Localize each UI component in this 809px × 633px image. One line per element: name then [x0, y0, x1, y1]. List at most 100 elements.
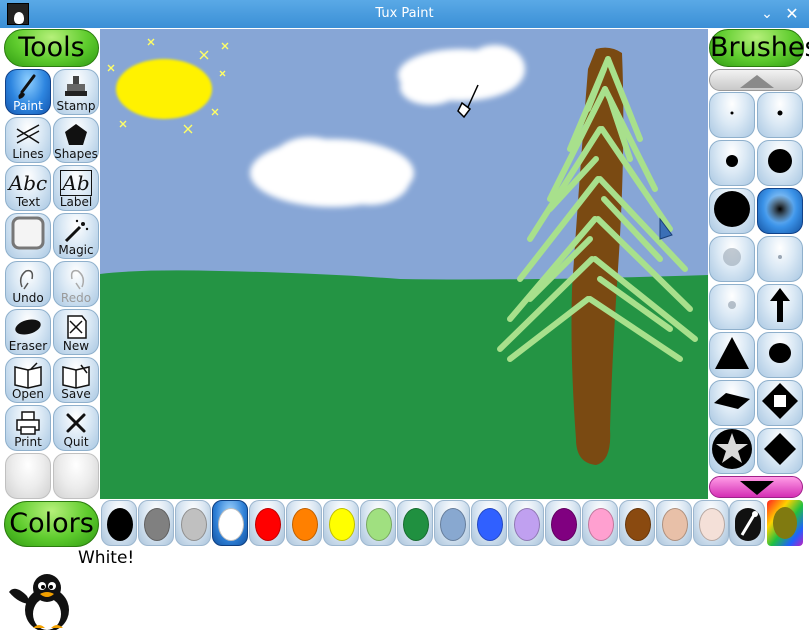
brushes-header: Brushes	[709, 29, 809, 67]
text-icon: Abc	[8, 171, 48, 195]
tool-eraser-button[interactable]: Eraser	[5, 309, 51, 355]
brush-fuzzy-dot-button[interactable]	[757, 188, 803, 234]
brush-arrow-up-button[interactable]	[757, 284, 803, 330]
save-icon	[54, 361, 98, 389]
brush-xlarge-dot-button[interactable]	[709, 188, 755, 234]
color-swatch-blue[interactable]	[471, 500, 507, 546]
color-swatch-tan[interactable]	[656, 500, 692, 546]
tool-shapes-button[interactable]: Shapes	[53, 117, 99, 163]
tool-label-button[interactable]: Ab Label	[53, 165, 99, 211]
color-swatch-brown[interactable]	[619, 500, 655, 546]
eraser-icon	[6, 313, 50, 341]
dot-large-icon	[760, 141, 800, 185]
open-book-icon	[6, 361, 50, 389]
eyedropper-icon[interactable]	[729, 500, 765, 546]
color-dot	[477, 508, 503, 541]
printer-icon	[6, 409, 50, 437]
faint-small-dot-icon	[760, 237, 800, 281]
color-swatch-green[interactable]	[397, 500, 433, 546]
brush-medium-dot-button[interactable]	[709, 140, 755, 186]
brush-small-dot-button[interactable]	[757, 92, 803, 138]
color-dot	[329, 508, 355, 541]
tool-stamp-button[interactable]: Stamp	[53, 69, 99, 115]
color-swatch-light-green[interactable]	[360, 500, 396, 546]
color-swatch-black[interactable]	[101, 500, 137, 546]
status-message: White!	[78, 548, 135, 568]
tool-label: Text	[15, 195, 41, 209]
color-swatch-purple[interactable]	[545, 500, 581, 546]
color-swatch-ivory[interactable]	[693, 500, 729, 546]
color-dot	[440, 508, 466, 541]
color-swatch-lavender[interactable]	[508, 500, 544, 546]
tool-paint-button[interactable]: Paint	[5, 69, 51, 115]
tool-print-button[interactable]: Print	[5, 405, 51, 451]
colors-header: Colors	[4, 501, 99, 547]
color-dot	[181, 508, 207, 541]
color-swatch-pink[interactable]	[582, 500, 618, 546]
rainbow-palette-icon[interactable]	[767, 500, 803, 546]
faint-tiny-dot-icon	[712, 285, 752, 329]
brush-blob-button[interactable]	[757, 332, 803, 378]
tool-undo-button[interactable]: Undo	[5, 261, 51, 307]
drawing-canvas[interactable]	[100, 29, 708, 499]
dot-xlarge-icon	[712, 189, 752, 233]
brush-star-button[interactable]	[709, 428, 755, 474]
color-dot	[514, 508, 540, 541]
undo-icon	[6, 265, 50, 293]
label-icon: Ab	[60, 170, 92, 196]
brush-large-dot-button[interactable]	[757, 140, 803, 186]
tux-penguin-icon	[5, 570, 75, 632]
tool-magic-button[interactable]: Magic	[53, 213, 99, 259]
color-dot	[625, 508, 651, 541]
empty-tool-slot	[53, 453, 99, 499]
color-swatch-orange[interactable]	[286, 500, 322, 546]
tool-label: Magic	[58, 243, 94, 257]
fuzzy-dot-icon	[760, 189, 800, 233]
color-swatch-white[interactable]	[212, 500, 248, 546]
color-swatch-red[interactable]	[249, 500, 285, 546]
faint-dot-icon	[712, 237, 752, 281]
tool-quit-button[interactable]: Quit	[53, 405, 99, 451]
tool-new-button[interactable]: New	[53, 309, 99, 355]
diamond-flat-icon	[712, 381, 752, 425]
tool-redo-button[interactable]: Redo	[53, 261, 99, 307]
brush-diamond-button[interactable]	[757, 428, 803, 474]
color-swatch-light-blue[interactable]	[434, 500, 470, 546]
brush-tiny-dot-button[interactable]	[709, 92, 755, 138]
tool-label: New	[62, 339, 90, 353]
lines-icon	[6, 121, 50, 149]
color-dot	[292, 508, 318, 541]
brush-diamond-flat-button[interactable]	[709, 380, 755, 426]
brushes-scroll-down-button[interactable]	[709, 476, 803, 498]
tool-fill-button[interactable]	[5, 213, 51, 259]
quit-icon	[54, 409, 98, 437]
color-swatch-gray[interactable]	[138, 500, 174, 546]
color-dot	[551, 508, 577, 541]
brush-triangle-button[interactable]	[709, 332, 755, 378]
color-swatch-yellow[interactable]	[323, 500, 359, 546]
brush-faint-dot-button[interactable]	[709, 236, 755, 282]
magic-wand-icon	[54, 217, 98, 245]
tool-label: Paint	[13, 99, 43, 113]
tool-save-button[interactable]: Save	[53, 357, 99, 403]
tool-label: Undo	[12, 291, 44, 305]
color-dot	[255, 508, 281, 541]
tool-label: Open	[11, 387, 45, 401]
dot-small-icon	[760, 93, 800, 137]
redo-icon	[54, 265, 98, 293]
title-bar: Tux Paint ⌄ ✕	[0, 0, 809, 28]
tool-label: Shapes	[54, 147, 98, 161]
close-icon[interactable]: ✕	[782, 4, 802, 24]
tool-lines-button[interactable]: Lines	[5, 117, 51, 163]
triangle-up-icon	[740, 75, 774, 88]
tool-text-button[interactable]: Abc Text	[5, 165, 51, 211]
star-icon	[710, 427, 754, 475]
chevron-down-icon[interactable]: ⌄	[757, 4, 777, 24]
dot-tiny-icon	[712, 93, 752, 137]
color-swatch-silver[interactable]	[175, 500, 211, 546]
brush-faint-small-dot-button[interactable]	[757, 236, 803, 282]
tool-open-button[interactable]: Open	[5, 357, 51, 403]
brush-diamond-hollow-button[interactable]	[757, 380, 803, 426]
brushes-scroll-up-button[interactable]	[709, 69, 803, 91]
brush-faint-tiny-dot-button[interactable]	[709, 284, 755, 330]
